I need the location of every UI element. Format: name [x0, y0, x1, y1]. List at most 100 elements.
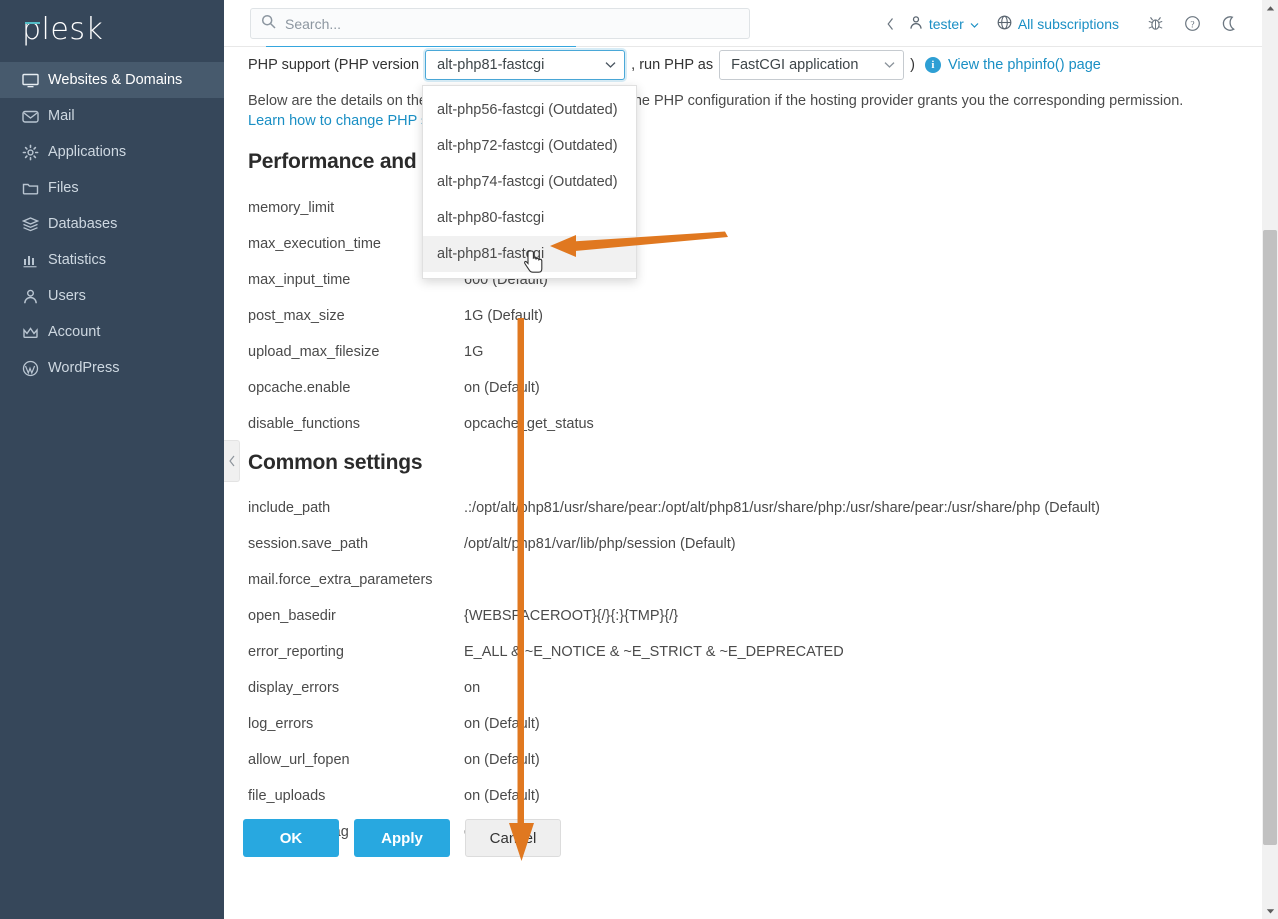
table-row: allow_url_fopen on (Default) [248, 742, 1248, 778]
header-back-chevron-icon[interactable] [880, 17, 909, 31]
dropdown-option[interactable]: alt-php80-fastcgi [423, 200, 636, 236]
top-header: Search... tester All subscriptions ? [224, 0, 1278, 47]
setting-key: disable_functions [248, 416, 361, 432]
table-row: include_path .:/opt/alt/php81/usr/share/… [248, 490, 1248, 526]
setting-key: mail.force_extra_parameters [248, 572, 433, 588]
search-input[interactable]: Search... [250, 8, 750, 39]
sidebar-item-databases[interactable]: Databases [0, 206, 224, 242]
table-row: display_errors on [248, 670, 1248, 706]
user-icon [909, 15, 923, 33]
sidebar-item-label: Account [48, 324, 101, 340]
sidebar-nav: Websites & Domains Mail Applications Fil… [0, 62, 224, 386]
table-row: session.save_path /opt/alt/php81/var/lib… [248, 526, 1248, 562]
php-version-dropdown: alt-php56-fastcgi (Outdated) alt-php72-f… [422, 85, 637, 279]
brand-logo-text: plesk [22, 12, 104, 47]
sidebar-item-account[interactable]: Account [0, 314, 224, 350]
dropdown-option[interactable]: alt-php74-fastcgi (Outdated) [423, 164, 636, 200]
svg-text:?: ? [1190, 20, 1194, 30]
moon-icon[interactable] [1211, 15, 1248, 32]
main-content: PHP support (PHP version alt-php81-fastc… [224, 47, 1262, 919]
dropdown-option[interactable]: alt-php72-fastcgi (Outdated) [423, 128, 636, 164]
sidebar-item-label: Applications [48, 144, 127, 160]
bug-icon[interactable] [1137, 15, 1174, 32]
dropdown-option-label: alt-php81-fastcgi [437, 246, 545, 262]
dropdown-option[interactable]: alt-php56-fastcgi (Outdated) [423, 92, 636, 128]
sidebar-item-users[interactable]: Users [0, 278, 224, 314]
setting-value: on (Default) [464, 716, 540, 732]
php-support-row: PHP support (PHP version alt-php81-fastc… [248, 50, 1101, 80]
setting-value: {WEBSPACEROOT}{/}{:}{TMP}{/} [464, 608, 679, 624]
all-subscriptions-label: All subscriptions [1017, 15, 1119, 32]
setting-value: /opt/alt/php81/var/lib/php/session (Defa… [464, 536, 736, 552]
sidebar-item-label: Websites & Domains [48, 72, 183, 88]
ok-button[interactable]: OK [243, 819, 339, 857]
php-version-select[interactable]: alt-php81-fastcgi [425, 50, 626, 80]
table-row: open_basedir {WEBSPACEROOT}{/}{:}{TMP}{/… [248, 598, 1248, 634]
vertical-scrollbar[interactable] [1262, 0, 1278, 919]
chevron-left-icon [228, 455, 236, 467]
user-name: tester [928, 15, 964, 32]
dropdown-option-label: alt-php72-fastcgi (Outdated) [437, 138, 618, 154]
setting-value: on (Default) [464, 380, 540, 396]
table-row: max_input_time 600 (Default) [248, 262, 1248, 298]
table-row: mail.force_extra_parameters [248, 562, 1248, 598]
sidebar-item-statistics[interactable]: Statistics [0, 242, 224, 278]
setting-value: on (Default) [464, 752, 540, 768]
crown-icon [22, 324, 48, 341]
scrollbar-thumb[interactable] [1263, 230, 1277, 845]
form-buttons: OK Apply Cancel [243, 819, 561, 857]
dropdown-option-selected[interactable]: alt-php81-fastcgi [423, 236, 636, 272]
php-support-label-suffix: ) [910, 57, 915, 73]
sidebar-item-websites-domains[interactable]: Websites & Domains [0, 62, 224, 98]
sidebar: plesk Websites & Domains Mail Applicatio… [0, 0, 224, 919]
setting-key: file_uploads [248, 788, 326, 804]
search-placeholder: Search... [285, 15, 342, 32]
setting-value: on [464, 680, 481, 696]
setting-key: error_reporting [248, 644, 344, 660]
setting-key: session.save_path [248, 536, 369, 552]
table-row: post_max_size 1G (Default) [248, 298, 1248, 334]
help-icon[interactable]: ? [1174, 15, 1211, 32]
dropdown-option-label: alt-php56-fastcgi (Outdated) [437, 102, 618, 118]
folder-icon [22, 180, 48, 197]
setting-value: 1G (Default) [464, 308, 543, 324]
section-title-common: Common settings [248, 451, 423, 474]
apply-button[interactable]: Apply [354, 819, 450, 857]
chevron-down-icon [605, 61, 616, 69]
wordpress-icon [22, 360, 48, 377]
sidebar-item-applications[interactable]: Applications [0, 134, 224, 170]
setting-value: on (Default) [464, 788, 540, 804]
sidebar-collapse-button[interactable] [224, 440, 240, 482]
monitor-icon [22, 72, 48, 89]
phpinfo-link[interactable]: i View the phpinfo() page [924, 57, 1101, 73]
scroll-up-arrow-icon[interactable] [1262, 0, 1278, 16]
setting-key: display_errors [248, 680, 340, 696]
setting-key: post_max_size [248, 308, 345, 324]
table-row: upload_max_filesize 1G [248, 334, 1248, 370]
php-handler-select[interactable]: FastCGI application [719, 50, 905, 80]
all-subscriptions-link[interactable]: All subscriptions [997, 15, 1119, 33]
user-menu[interactable]: tester [909, 15, 979, 33]
cancel-button[interactable]: Cancel [465, 819, 561, 857]
table-row: error_reporting E_ALL & ~E_NOTICE & ~E_S… [248, 634, 1248, 670]
sidebar-item-files[interactable]: Files [0, 170, 224, 206]
dropdown-option-label: alt-php80-fastcgi [437, 210, 545, 226]
bar-chart-icon [22, 252, 48, 269]
page-description-text: Below are the details on the PHP setting… [248, 93, 1184, 109]
setting-value: .:/opt/alt/php81/usr/share/pear:/opt/alt… [464, 500, 1100, 516]
sidebar-item-label: Mail [48, 108, 75, 124]
table-row: file_uploads on (Default) [248, 778, 1248, 814]
sidebar-item-mail[interactable]: Mail [0, 98, 224, 134]
table-row: log_errors on (Default) [248, 706, 1248, 742]
header-actions: tester All subscriptions ? [880, 8, 1248, 39]
search-icon [261, 14, 276, 34]
setting-key: open_basedir [248, 608, 336, 624]
brand-logo[interactable]: plesk [0, 0, 224, 60]
sidebar-item-label: Files [48, 180, 79, 196]
php-support-label-middle: , run PHP as [631, 57, 714, 73]
sidebar-item-wordpress[interactable]: WordPress [0, 350, 224, 386]
phpinfo-link-label: View the phpinfo() page [947, 57, 1101, 73]
scroll-down-arrow-icon[interactable] [1262, 903, 1278, 919]
globe-icon [997, 15, 1012, 33]
setting-key: upload_max_filesize [248, 344, 380, 360]
